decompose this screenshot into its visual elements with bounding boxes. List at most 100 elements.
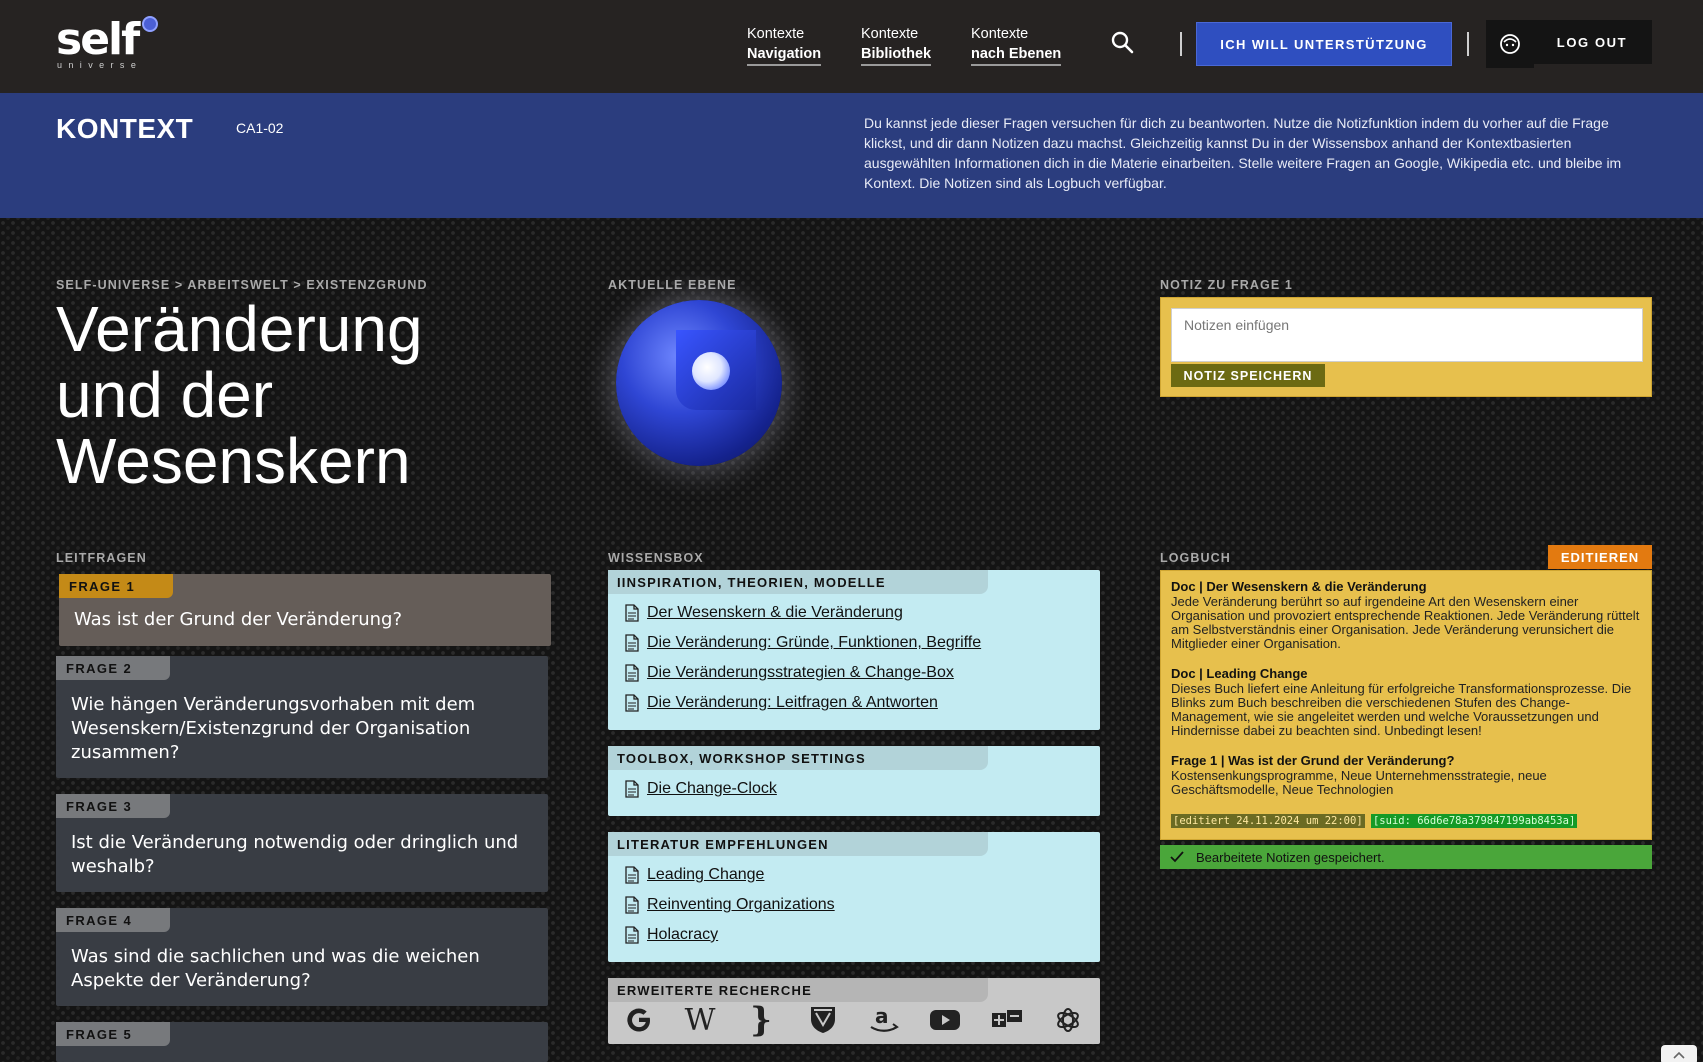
document-link-label[interactable]: Die Veränderung: Gründe, Funktionen, Beg… <box>647 634 981 652</box>
question-tag: FRAGE 2 <box>56 656 170 680</box>
wikipedia-icon[interactable]: W <box>683 1003 717 1038</box>
document-link-label[interactable]: Holacracy <box>647 926 718 944</box>
scroll-to-top-button[interactable] <box>1661 1045 1697 1062</box>
document-icon <box>625 664 639 682</box>
nav-link-line2: nach Ebenen <box>971 44 1062 66</box>
nav-link-line1: Kontexte <box>971 26 1029 42</box>
logout-button[interactable]: LOG OUT <box>1532 20 1652 64</box>
logo-subtitle: universe <box>57 60 143 70</box>
question-tag: FRAGE 3 <box>56 794 170 818</box>
document-link[interactable]: Reinventing Organizations <box>625 894 835 916</box>
save-note-button[interactable]: NOTIZ SPEICHERN <box>1171 364 1325 387</box>
breadcrumb[interactable]: SELF-UNIVERSE > ARBEITSWELT > EXISTENZGR… <box>56 278 428 292</box>
user-avatar-icon[interactable] <box>1486 20 1534 68</box>
document-icon <box>625 866 639 884</box>
question-text: Wie hängen Veränderungsvorhaben mit dem … <box>71 694 476 763</box>
divider <box>1467 32 1469 56</box>
note-label: NOTIZ ZU FRAGE 1 <box>1160 278 1293 292</box>
document-icon <box>625 634 639 652</box>
note-panel: NOTIZ SPEICHERN <box>1160 297 1652 397</box>
document-link[interactable]: Die Veränderung: Leitfragen & Antworten <box>625 692 938 714</box>
question-tag: FRAGE 5 <box>56 1022 170 1046</box>
document-link-label[interactable]: Die Veränderungsstrategien & Change-Box <box>647 664 954 682</box>
save-status-message: Bearbeitete Notizen gespeichert. <box>1160 845 1652 869</box>
document-link-label[interactable]: Die Veränderung: Leitfragen & Antworten <box>647 694 938 712</box>
document-link[interactable]: Die Veränderungsstrategien & Change-Box <box>625 662 954 684</box>
edited-timestamp: [editiert 24.11.2024 um 22:00] <box>1171 814 1365 828</box>
level-sphere-image <box>616 300 782 466</box>
svg-text:a: a <box>875 1005 889 1028</box>
nav-link-kontexte-navigation[interactable]: Kontexte Navigation <box>747 24 822 66</box>
question-tag: FRAGE 1 <box>59 574 173 598</box>
logbook-entry-title: Doc | Leading Change <box>1171 666 1308 681</box>
wissensbox-label: WISSENSBOX <box>608 551 704 565</box>
logbook-entry-text: Kostensenkungsprogramme, Neue Unternehme… <box>1171 768 1547 797</box>
document-link-label[interactable]: Der Wesenskern & die Veränderung <box>647 604 903 622</box>
wissensbox-section-recherche: ERWEITERTE RECHERCHE <box>608 978 1100 1044</box>
nav-link-line2: Bibliothek <box>861 44 932 66</box>
google-icon[interactable] <box>622 1004 656 1036</box>
question-card-5[interactable]: FRAGE 5 <box>56 1022 548 1062</box>
level-label: AKTUELLE EBENE <box>608 278 737 292</box>
logo-wordmark: self <box>56 14 140 65</box>
document-link[interactable]: Leading Change <box>625 864 764 886</box>
document-icon <box>625 780 639 798</box>
question-text: Was sind die sachlichen und was die weic… <box>71 946 480 991</box>
document-icon <box>625 926 639 944</box>
document-link[interactable]: Die Veränderung: Gründe, Funktionen, Beg… <box>625 632 981 654</box>
chevron-up-icon <box>1673 1051 1685 1059</box>
nav-link-line2: Navigation <box>747 44 822 66</box>
document-link[interactable]: Der Wesenskern & die Veränderung <box>625 602 903 624</box>
top-navigation-bar: self universe Kontexte Navigation Kontex… <box>0 0 1703 93</box>
title-line: Veränderung <box>56 293 423 365</box>
divider <box>1180 32 1182 56</box>
logbook-entry-text: Dieses Buch liefert eine Anleitung für e… <box>1171 681 1632 738</box>
question-tag: FRAGE 4 <box>56 908 170 932</box>
plus-minus-chat-icon[interactable] <box>990 1004 1024 1036</box>
edit-logbook-button[interactable]: EDITIEREN <box>1548 545 1652 569</box>
logo-dot-icon <box>142 16 158 32</box>
note-input[interactable] <box>1171 308 1643 362</box>
question-text: Was ist der Grund der Veränderung? <box>74 609 403 630</box>
logbook-entry: Doc | Leading Change Dieses Buch liefert… <box>1171 666 1643 738</box>
context-code: CA1-02 <box>236 120 284 136</box>
logbook-entry-title: Frage 1 | Was ist der Grund der Veränder… <box>1171 753 1455 768</box>
context-title: KONTEXT <box>56 113 194 144</box>
openai-icon[interactable] <box>1051 1004 1085 1036</box>
nav-link-kontexte-nach-ebenen[interactable]: Kontexte nach Ebenen <box>971 24 1062 66</box>
logbook-entry: Doc | Der Wesenskern & die Veränderung J… <box>1171 579 1643 651</box>
questions-label: LEITFRAGEN <box>56 551 147 565</box>
wissensbox-section-toolbox: TOOLBOX, WORKSHOP SETTINGS Die Change-Cl… <box>608 746 1100 816</box>
section-title: ERWEITERTE RECHERCHE <box>608 978 988 1002</box>
document-link-label[interactable]: Reinventing Organizations <box>647 896 835 914</box>
question-card-3[interactable]: FRAGE 3 Ist die Veränderung notwendig od… <box>56 794 548 892</box>
amazon-icon[interactable]: a <box>867 1004 901 1036</box>
youtube-icon[interactable] <box>928 1004 962 1036</box>
university-crest-icon[interactable] <box>806 1004 840 1036</box>
logbook-entry-title: Doc | Der Wesenskern & die Veränderung <box>1171 579 1427 594</box>
nav-link-kontexte-bibliothek[interactable]: Kontexte Bibliothek <box>861 24 932 66</box>
document-icon <box>625 694 639 712</box>
section-title: TOOLBOX, WORKSHOP SETTINGS <box>608 746 988 770</box>
support-button[interactable]: ICH WILL UNTERSTÜTZUNG <box>1196 22 1452 66</box>
search-icon[interactable] <box>1110 30 1136 56</box>
question-card-4[interactable]: FRAGE 4 Was sind die sachlichen und was … <box>56 908 548 1006</box>
document-link[interactable]: Die Change-Clock <box>625 778 777 800</box>
context-banner: KONTEXT CA1-02 Du kannst jede dieser Fra… <box>0 93 1703 218</box>
code-brace-icon[interactable]: } <box>744 1000 778 1040</box>
question-card-2[interactable]: FRAGE 2 Wie hängen Veränderungsvorhaben … <box>56 656 548 778</box>
title-line: Wesenskern <box>56 425 411 497</box>
suid-badge: [suid: 66d6e78a379847199ab8453a] <box>1370 814 1578 828</box>
save-status-text: Bearbeitete Notizen gespeichert. <box>1196 849 1385 865</box>
document-link[interactable]: Holacracy <box>625 924 718 946</box>
document-icon <box>625 896 639 914</box>
logbook-entry: Frage 1 | Was ist der Grund der Veränder… <box>1171 753 1643 797</box>
document-link-label[interactable]: Die Change-Clock <box>647 780 777 798</box>
document-link-label[interactable]: Leading Change <box>647 866 764 884</box>
logbook-panel: Doc | Der Wesenskern & die Veränderung J… <box>1160 570 1652 840</box>
section-title: LITERATUR EMPFEHLUNGEN <box>608 832 988 856</box>
self-universe-logo[interactable]: self universe <box>56 16 166 72</box>
wissensbox-section-literatur: LITERATUR EMPFEHLUNGEN Leading Change Re… <box>608 832 1100 962</box>
question-card-1[interactable]: FRAGE 1 Was ist der Grund der Veränderun… <box>59 574 551 646</box>
logbook-entry-text: Jede Veränderung berührt so auf irgendei… <box>1171 594 1640 651</box>
